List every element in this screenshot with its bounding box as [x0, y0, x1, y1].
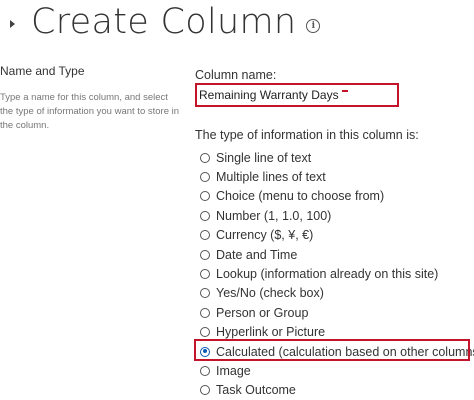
type-option-label: Lookup (information already on this site… [216, 267, 439, 282]
type-option-label: Yes/No (check box) [216, 286, 324, 301]
radio-button[interactable] [200, 327, 210, 338]
column-name-label: Column name: [195, 68, 277, 82]
type-option[interactable]: Lookup (information already on this site… [200, 264, 474, 283]
section-heading: Name and Type [0, 64, 85, 78]
type-option[interactable]: Choice (menu to choose from) [200, 187, 474, 206]
text-cursor [341, 90, 348, 92]
radio-button[interactable] [200, 269, 210, 280]
type-option[interactable]: Currency ($, ¥, €) [200, 226, 474, 245]
selected-option-highlight [194, 339, 470, 361]
radio-button[interactable] [200, 152, 210, 163]
type-option[interactable]: Person or Group [200, 303, 474, 322]
type-option-label: Currency ($, ¥, €) [216, 228, 314, 243]
type-option-label: Multiple lines of text [216, 170, 326, 185]
type-option[interactable]: Number (1, 1.0, 100) [200, 206, 474, 225]
column-name-input[interactable]: Remaining Warranty Days [195, 83, 399, 107]
radio-button[interactable] [200, 249, 210, 260]
type-option-label: Person or Group [216, 305, 309, 320]
info-icon[interactable]: i [306, 19, 321, 33]
radio-button[interactable] [200, 191, 210, 202]
radio-button[interactable] [200, 307, 210, 318]
type-option-label: Choice (menu to choose from) [216, 189, 385, 204]
type-option[interactable]: Multiple lines of text [200, 167, 474, 186]
type-option[interactable]: Yes/No (check box) [200, 284, 474, 303]
caret-right-icon[interactable] [10, 20, 15, 28]
type-option-label: Task Outcome [216, 383, 296, 398]
type-option[interactable]: Single line of text [200, 148, 474, 167]
type-section-label: The type of information in this column i… [195, 128, 419, 142]
column-name-value: Remaining Warranty Days [199, 88, 339, 102]
type-option-label: Single line of text [216, 150, 312, 165]
type-option-label: Image [216, 363, 251, 378]
type-option[interactable]: Image [200, 361, 474, 380]
type-option-label: Hyperlink or Picture [216, 325, 326, 340]
page-header: Create Column i [10, 0, 321, 44]
radio-button[interactable] [200, 385, 210, 396]
radio-button[interactable] [200, 365, 210, 376]
radio-button[interactable] [200, 288, 210, 299]
page-title: Create Column [31, 2, 297, 42]
type-options-list: Single line of text Multiple lines of tex… [200, 148, 474, 400]
radio-button[interactable] [200, 210, 210, 221]
type-option-label: Date and Time [216, 247, 298, 262]
radio-button[interactable] [200, 172, 210, 183]
radio-button[interactable] [200, 230, 210, 241]
type-option[interactable]: Date and Time [200, 245, 474, 264]
section-description: Type a name for this column, and select … [0, 92, 180, 131]
type-option-label: Number (1, 1.0, 100) [216, 208, 332, 223]
type-option[interactable]: Task Outcome [200, 381, 474, 400]
